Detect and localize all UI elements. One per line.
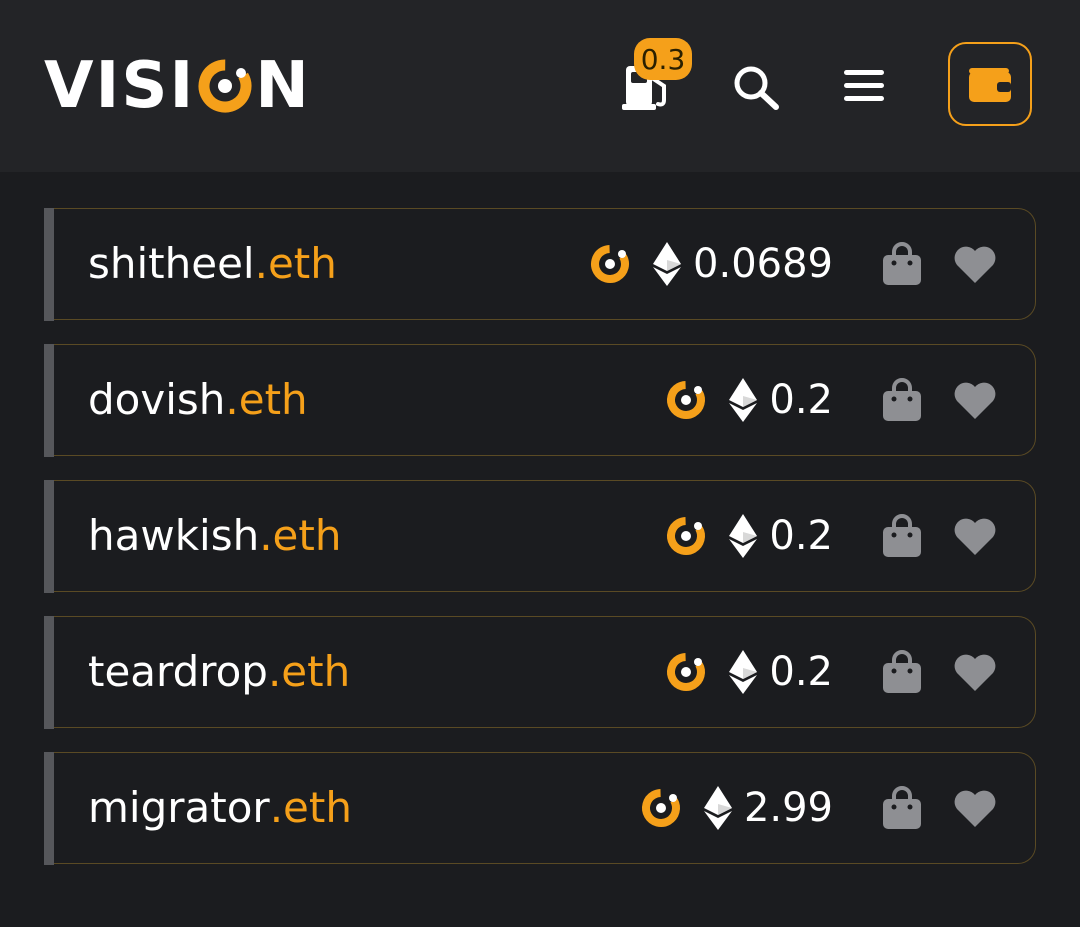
ethereum-icon — [729, 649, 758, 694]
listing-price: 0.0689 — [693, 240, 833, 287]
listing-row[interactable]: shitheel .eth 0.0689 — [44, 207, 1036, 321]
shopping-bag-icon[interactable] — [881, 377, 923, 423]
domain-name[interactable]: teardrop .eth — [88, 617, 350, 726]
listing-price: 2.99 — [743, 784, 833, 831]
menu-button[interactable] — [840, 64, 888, 108]
listing-price: 0.2 — [769, 512, 833, 559]
heart-icon[interactable] — [951, 379, 999, 421]
listing-price: 0.2 — [769, 376, 833, 423]
shopping-bag-icon[interactable] — [881, 785, 923, 831]
top-header: VISI N 0.3 — [0, 0, 1080, 172]
logo-ring-icon — [197, 58, 253, 114]
listing-row[interactable]: teardrop .eth 0.2 — [44, 615, 1036, 729]
ethereum-icon — [729, 513, 758, 558]
logo-text-right: N — [255, 49, 311, 123]
vision-marketplace-icon — [589, 243, 631, 285]
gas-price-badge: 0.3 — [634, 38, 692, 80]
domain-name[interactable]: migrator .eth — [88, 753, 352, 862]
vision-marketplace-icon — [640, 787, 682, 829]
domain-name[interactable]: dovish .eth — [88, 345, 308, 454]
search-button[interactable] — [730, 62, 782, 112]
listing-price: 0.2 — [769, 648, 833, 695]
heart-icon[interactable] — [951, 243, 999, 285]
shopping-bag-icon[interactable] — [881, 649, 923, 695]
hamburger-menu-icon — [844, 70, 884, 101]
vision-logo[interactable]: VISI N — [44, 49, 311, 123]
heart-icon[interactable] — [951, 651, 999, 693]
vision-marketplace-icon — [665, 515, 707, 557]
listing-row[interactable]: dovish .eth 0.2 — [44, 343, 1036, 457]
shopping-bag-icon[interactable] — [881, 241, 923, 287]
wallet-icon — [969, 68, 1011, 102]
vision-marketplace-icon — [665, 651, 707, 693]
listing-row[interactable]: migrator .eth 2.99 — [44, 751, 1036, 865]
search-icon — [734, 66, 779, 110]
ethereum-icon — [703, 785, 732, 830]
domain-name[interactable]: hawkish .eth — [88, 481, 341, 590]
logo-text-left: VISI — [44, 49, 196, 123]
ethereum-icon — [653, 241, 682, 286]
vision-marketplace-icon — [665, 379, 707, 421]
heart-icon[interactable] — [951, 515, 999, 557]
ethereum-icon — [729, 377, 758, 422]
domain-listings: shitheel .eth 0.0689 dovish .eth 0.2 haw… — [44, 207, 1036, 888]
listing-row[interactable]: hawkish .eth 0.2 — [44, 479, 1036, 593]
domain-name[interactable]: shitheel .eth — [88, 209, 337, 318]
shopping-bag-icon[interactable] — [881, 513, 923, 559]
heart-icon[interactable] — [951, 787, 999, 829]
wallet-button[interactable] — [948, 42, 1032, 126]
